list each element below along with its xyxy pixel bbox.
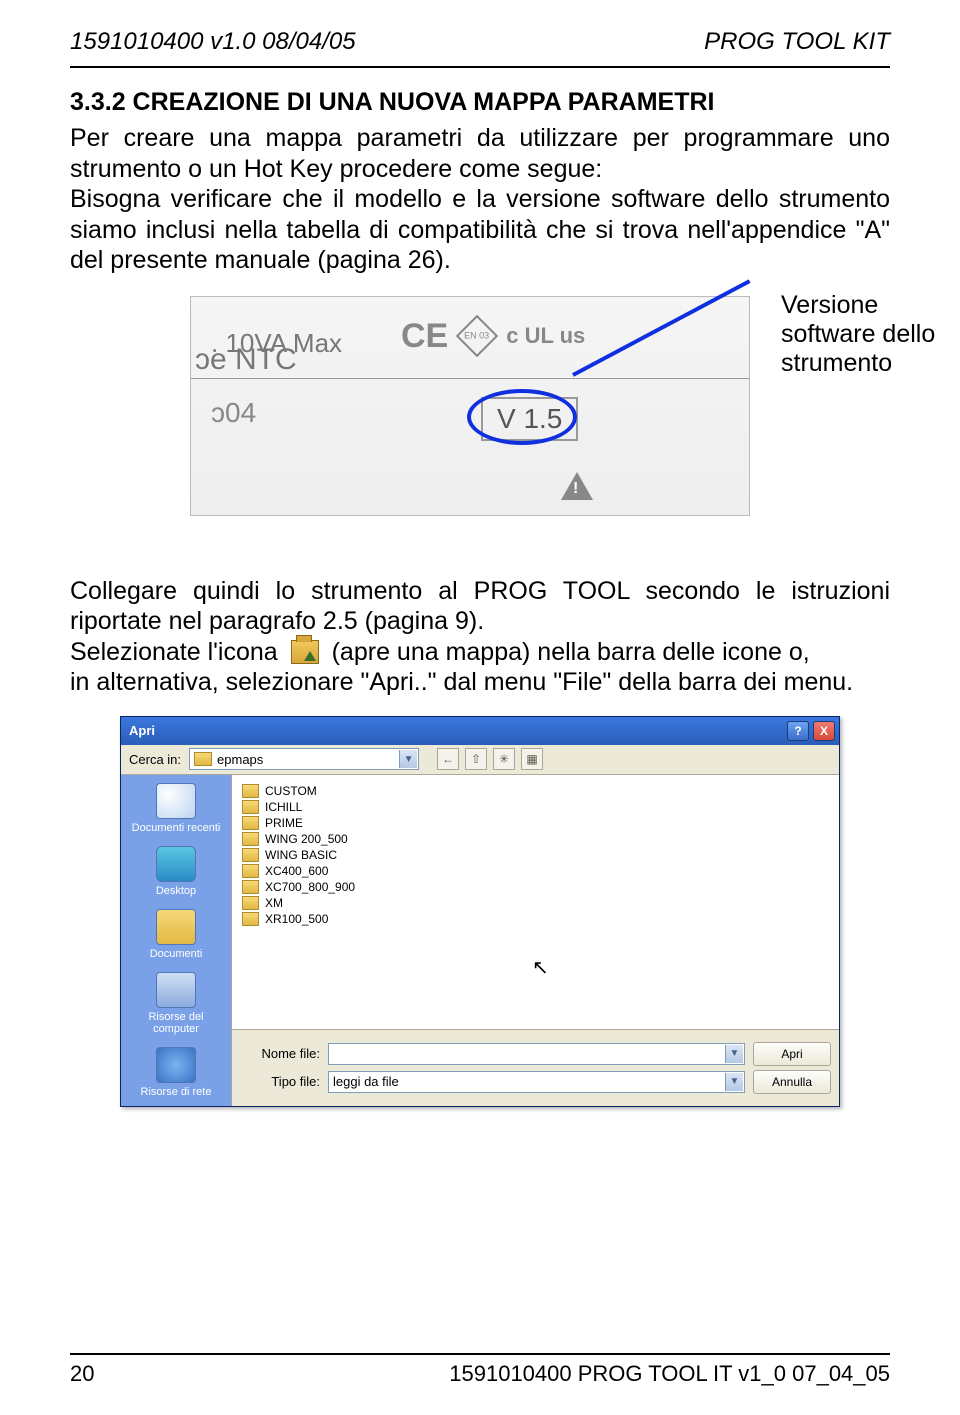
list-item[interactable]: PRIME <box>240 815 831 831</box>
documents-icon <box>156 909 196 945</box>
cancel-button[interactable]: Annulla <box>753 1070 831 1094</box>
en-diamond-icon: EN 03 <box>456 315 498 357</box>
desktop-icon <box>156 846 196 882</box>
label-code: ͻ04 <box>211 397 256 429</box>
folder-icon <box>242 800 259 814</box>
ul-mark-icon: c UL us <box>506 323 585 349</box>
computer-icon <box>156 972 196 1008</box>
filetype-combo[interactable]: leggi da file▼ <box>328 1071 745 1093</box>
sidebar-item-documents[interactable]: Documenti <box>131 909 221 960</box>
device-label-figure: . 10VA Max ɔe NTC CE EN 03 c UL us ͻ04 V… <box>190 296 750 516</box>
paragraph-1b: Bisogna verificare che il modello e la v… <box>70 184 890 276</box>
ce-mark-icon: CE <box>401 317 448 356</box>
open-map-icon <box>291 640 319 664</box>
folder-icon <box>242 896 259 910</box>
dialog-titlebar[interactable]: Apri ? X <box>121 717 839 745</box>
blue-circle-annotation <box>467 389 577 445</box>
callout-line-2: software dello <box>781 320 960 349</box>
open-button[interactable]: Apri <box>753 1042 831 1066</box>
nav-up-button[interactable]: ⇧ <box>465 748 487 770</box>
new-folder-button[interactable]: ✳ <box>493 748 515 770</box>
paragraph-1a: Per creare una mappa parametri da utiliz… <box>70 123 890 184</box>
chevron-down-icon[interactable]: ▼ <box>725 1073 743 1091</box>
list-item[interactable]: ICHILL <box>240 799 831 815</box>
label-ntc-text: ɔe NTC <box>195 343 297 377</box>
folder-icon <box>242 816 259 830</box>
warning-triangle-icon <box>561 472 593 500</box>
list-item[interactable]: XM <box>240 895 831 911</box>
list-item[interactable]: CUSTOM <box>240 783 831 799</box>
view-mode-button[interactable]: ▦ <box>521 748 543 770</box>
folder-icon <box>242 880 259 894</box>
list-item[interactable]: XC400_600 <box>240 863 831 879</box>
footer-right: 1591010400 PROG TOOL IT v1_0 07_04_05 <box>449 1361 890 1387</box>
folder-icon <box>242 864 259 878</box>
sidebar-item-recent[interactable]: Documenti recenti <box>131 783 221 834</box>
paragraph-2a: Collegare quindi lo strumento al PROG TO… <box>70 576 890 637</box>
look-in-combo[interactable]: epmaps ▼ <box>189 748 419 770</box>
callout-line-1: Versione <box>781 291 960 320</box>
dialog-toolbar: Cerca in: epmaps ▼ ← ⇧ ✳ ▦ <box>121 745 839 775</box>
folder-icon <box>242 848 259 862</box>
callout-line-3: strumento <box>781 349 960 378</box>
list-item[interactable]: WING 200_500 <box>240 831 831 847</box>
dialog-help-button[interactable]: ? <box>787 721 809 741</box>
header-right: PROG TOOL KIT <box>704 28 890 56</box>
look-in-value: epmaps <box>217 752 263 767</box>
nav-back-button[interactable]: ← <box>437 748 459 770</box>
dialog-title: Apri <box>129 723 155 738</box>
sidebar-item-desktop[interactable]: Desktop <box>131 846 221 897</box>
folder-icon <box>194 752 212 766</box>
filename-label: Nome file: <box>240 1046 320 1061</box>
look-in-label: Cerca in: <box>129 752 181 767</box>
filename-input[interactable]: ▼ <box>328 1043 745 1065</box>
open-file-dialog: Apri ? X Cerca in: epmaps ▼ ← ⇧ ✳ ▦ Docu… <box>120 716 840 1107</box>
folder-icon <box>242 912 259 926</box>
section-title: 3.3.2 CREAZIONE DI UNA NUOVA MAPPA PARAM… <box>70 88 890 117</box>
dialog-close-button[interactable]: X <box>813 721 835 741</box>
header-rule <box>70 66 890 68</box>
file-list[interactable]: CUSTOM ICHILL PRIME WING 200_500 WING BA… <box>232 775 839 1029</box>
page-number: 20 <box>70 1361 94 1387</box>
network-icon <box>156 1047 196 1083</box>
filetype-label: Tipo file: <box>240 1074 320 1089</box>
paragraph-2b-post: (apre una mappa) nella barra delle icone… <box>332 638 810 666</box>
sidebar-item-network[interactable]: Risorse di rete <box>131 1047 221 1098</box>
header-left: 1591010400 v1.0 08/04/05 <box>70 28 356 56</box>
paragraph-2b: Selezionate l'icona (apre una mappa) nel… <box>70 637 890 668</box>
sidebar-item-computer[interactable]: Risorse del computer <box>131 972 221 1035</box>
chevron-down-icon[interactable]: ▼ <box>399 750 417 768</box>
list-item[interactable]: XC700_800_900 <box>240 879 831 895</box>
paragraph-2c: in alternativa, selezionare "Apri.." dal… <box>70 667 890 698</box>
places-sidebar: Documenti recenti Desktop Documenti Riso… <box>121 775 231 1106</box>
recent-docs-icon <box>156 783 196 819</box>
folder-icon <box>242 832 259 846</box>
chevron-down-icon[interactable]: ▼ <box>725 1045 743 1063</box>
paragraph-2b-pre: Selezionate l'icona <box>70 638 278 666</box>
folder-icon <box>242 784 259 798</box>
version-callout: Versione software dello strumento <box>781 291 960 378</box>
cert-icons: CE EN 03 c UL us <box>401 317 585 356</box>
list-item[interactable]: WING BASIC <box>240 847 831 863</box>
list-item[interactable]: XR100_500 <box>240 911 831 927</box>
cursor-icon: ↖ <box>532 955 549 980</box>
